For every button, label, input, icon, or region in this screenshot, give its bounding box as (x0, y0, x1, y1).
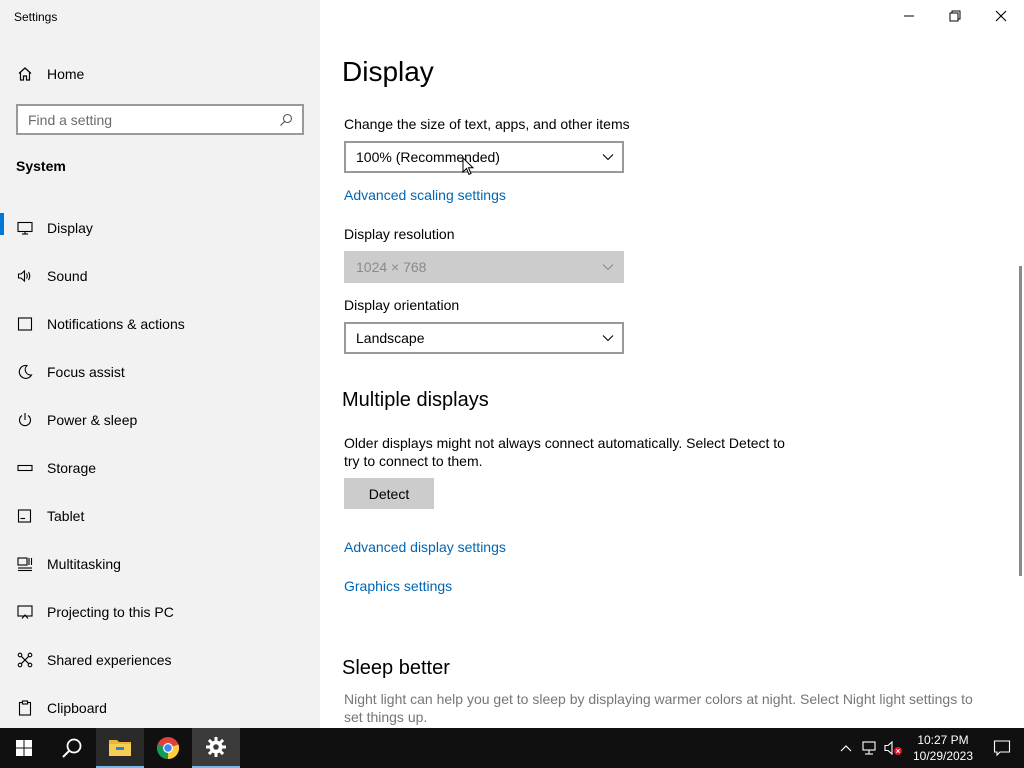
sidebar-item-storage[interactable]: Storage (0, 444, 320, 492)
search-input[interactable] (28, 111, 278, 128)
taskbar-settings[interactable] (192, 728, 240, 768)
scale-dropdown[interactable]: 100% (Recommended) (344, 141, 624, 173)
main-content: Display Change the size of text, apps, a… (320, 0, 1024, 728)
shared-icon (16, 651, 34, 669)
multitasking-icon (16, 555, 34, 573)
description-line: Night light can help you get to sleep by… (344, 691, 973, 707)
multiple-displays-heading: Multiple displays (342, 389, 489, 411)
page-title: Display (342, 56, 434, 87)
file-explorer-icon (109, 740, 131, 756)
description-line: set things up. (344, 709, 428, 725)
sidebar-item-label: Clipboard (47, 700, 107, 716)
home-icon (16, 65, 34, 83)
multiple-displays-description: Older displays might not always connect … (344, 434, 785, 470)
sidebar-item-label: Notifications & actions (47, 316, 185, 332)
sidebar-item-projecting[interactable]: Projecting to this PC (0, 588, 320, 636)
orientation-value: Landscape (356, 330, 425, 346)
storage-icon (16, 459, 34, 477)
network-button[interactable] (858, 728, 882, 768)
sidebar-item-label: Focus assist (47, 364, 125, 380)
sidebar-item-label: Shared experiences (47, 652, 172, 668)
sidebar-item-label: Power & sleep (47, 412, 138, 428)
search-box[interactable] (16, 104, 304, 135)
moon-icon (16, 363, 34, 381)
chevron-down-icon (602, 264, 614, 271)
sidebar: Settings Home System Display Sound (0, 0, 320, 728)
app-title: Settings (14, 10, 58, 24)
sidebar-item-label: Tablet (47, 508, 85, 524)
sidebar-item-label: Storage (47, 460, 97, 476)
orientation-dropdown[interactable]: Landscape (344, 322, 624, 354)
taskbar-search-button[interactable] (48, 728, 96, 768)
taskbar-file-explorer[interactable] (96, 728, 144, 768)
chevron-down-icon (602, 335, 614, 342)
advanced-scaling-link[interactable]: Advanced scaling settings (344, 187, 506, 203)
detect-button[interactable]: Detect (344, 478, 434, 509)
orientation-label: Display orientation (344, 297, 460, 313)
sidebar-item-label: Multitasking (47, 556, 121, 572)
resolution-value: 1024 × 768 (356, 259, 427, 275)
sidebar-item-focus-assist[interactable]: Focus assist (0, 348, 320, 396)
taskbar: 10:27 PM 10/29/2023 (0, 728, 1024, 768)
system-tray: 10:27 PM 10/29/2023 (834, 728, 1024, 768)
power-icon (16, 411, 34, 429)
chrome-icon (156, 737, 180, 760)
tablet-icon (16, 507, 34, 525)
description-line: try to connect to them. (344, 453, 483, 469)
sleep-better-description: Night light can help you get to sleep by… (344, 690, 973, 726)
sidebar-item-tablet[interactable]: Tablet (0, 492, 320, 540)
sidebar-nav: Display Sound Notifications & actions Fo… (0, 204, 320, 732)
clock-time: 10:27 PM (917, 733, 969, 747)
volume-muted-icon (884, 740, 902, 756)
sidebar-item-shared-experiences[interactable]: Shared experiences (0, 636, 320, 684)
settings-icon (206, 737, 226, 757)
notification-icon (16, 315, 34, 333)
action-center-icon (993, 740, 1011, 757)
sidebar-item-notifications[interactable]: Notifications & actions (0, 300, 320, 348)
sidebar-item-multitasking[interactable]: Multitasking (0, 540, 320, 588)
scale-label: Change the size of text, apps, and other… (344, 116, 630, 132)
sidebar-item-sound[interactable]: Sound (0, 252, 320, 300)
section-title: System (16, 158, 66, 174)
start-icon (16, 740, 32, 756)
mouse-cursor-icon (462, 157, 475, 176)
sidebar-item-label: Sound (47, 268, 88, 284)
scale-value: 100% (Recommended) (356, 149, 500, 165)
chevron-up-icon (840, 745, 852, 752)
sidebar-item-display[interactable]: Display (0, 204, 320, 252)
clock-date: 10/29/2023 (912, 749, 974, 763)
description-line: Older displays might not always connect … (344, 435, 785, 451)
resolution-label: Display resolution (344, 226, 455, 242)
home-label: Home (47, 66, 85, 82)
resolution-dropdown[interactable]: 1024 × 768 (344, 251, 624, 283)
sidebar-item-label: Display (47, 220, 93, 236)
search-icon (62, 738, 82, 758)
volume-button[interactable] (882, 728, 906, 768)
chevron-down-icon (602, 154, 614, 161)
monitor-icon (16, 219, 34, 237)
home-nav[interactable]: Home (16, 63, 84, 85)
projecting-icon (16, 603, 34, 621)
taskbar-chrome[interactable] (144, 728, 192, 768)
clipboard-icon (16, 699, 34, 717)
sidebar-item-label: Projecting to this PC (47, 604, 174, 620)
advanced-display-link[interactable]: Advanced display settings (344, 539, 506, 555)
action-center-button[interactable] (980, 728, 1024, 768)
speaker-icon (16, 267, 34, 285)
scrollbar[interactable] (1019, 266, 1022, 576)
sleep-better-heading: Sleep better (342, 657, 450, 679)
search-icon[interactable] (278, 112, 294, 128)
sidebar-item-clipboard[interactable]: Clipboard (0, 684, 320, 732)
network-icon (862, 741, 876, 755)
clock[interactable]: 10:27 PM 10/29/2023 (906, 732, 980, 764)
graphics-settings-link[interactable]: Graphics settings (344, 578, 452, 594)
sidebar-item-power-sleep[interactable]: Power & sleep (0, 396, 320, 444)
start-button[interactable] (0, 728, 48, 768)
show-hidden-icons-button[interactable] (834, 728, 858, 768)
